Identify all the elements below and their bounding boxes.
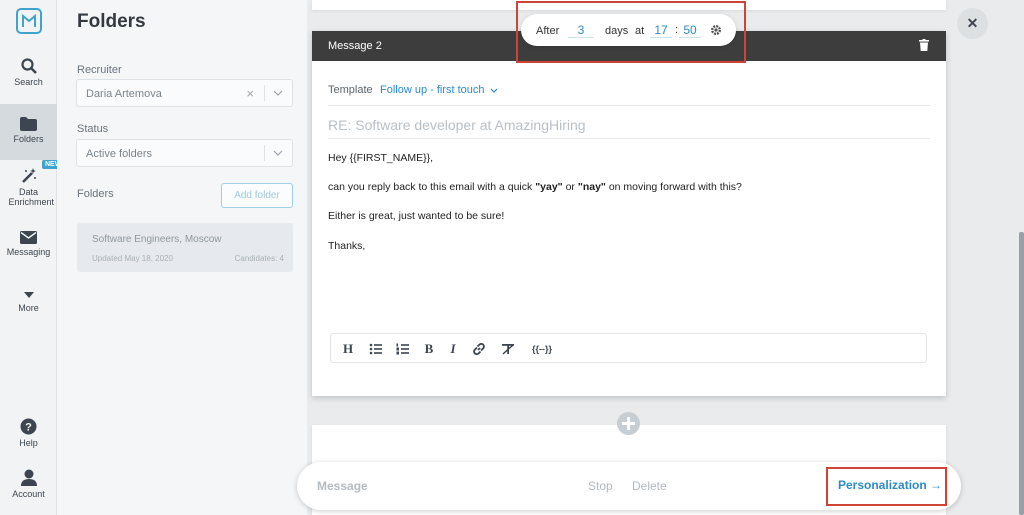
body-text: can you reply back to this email with a … xyxy=(328,181,536,193)
nav-item-messaging[interactable]: Messaging xyxy=(0,231,57,263)
highlight-box-schedule xyxy=(516,1,746,63)
folder-updated: Updated May 18, 2020 xyxy=(92,254,173,263)
numbered-list-icon[interactable] xyxy=(395,341,411,357)
template-label: Template xyxy=(328,84,373,96)
status-label: Status xyxy=(77,123,109,135)
subject-input[interactable]: RE: Software developer at AmazingHiring xyxy=(328,117,586,133)
page-title: Folders xyxy=(77,11,146,32)
plus-icon xyxy=(622,417,635,430)
caret-down-icon xyxy=(23,292,34,298)
nav-label: Search xyxy=(14,77,43,87)
message-title: Message 2 xyxy=(328,40,382,52)
add-folder-button[interactable]: Add folder xyxy=(221,183,293,208)
body-text: on moving forward with this? xyxy=(605,181,742,193)
chevron-down-icon[interactable] xyxy=(273,150,283,156)
close-icon: ✕ xyxy=(966,15,979,31)
stop-button[interactable]: Stop xyxy=(588,479,613,493)
body-greeting: Hey {{FIRST_NAME}}, xyxy=(328,152,434,164)
body-bold-yay: "yay" xyxy=(535,181,563,193)
folder-name: Software Engineers, Moscow xyxy=(92,234,222,245)
folder-icon xyxy=(20,117,37,131)
body-line: can you reply back to this email with a … xyxy=(328,181,742,193)
nav-item-account[interactable]: Account xyxy=(0,469,57,503)
folder-candidates: Candidates: 4 xyxy=(234,254,284,263)
body-text: or xyxy=(562,181,578,193)
status-value: Active folders xyxy=(86,148,153,160)
select-separator xyxy=(264,85,265,101)
left-nav: Search Folders NEW Data Enrichment Messa… xyxy=(0,0,65,515)
trash-icon[interactable] xyxy=(919,39,929,51)
select-separator xyxy=(264,145,265,161)
bold-button[interactable]: B xyxy=(421,341,437,357)
highlight-box-personalization xyxy=(826,467,947,506)
recruiter-label: Recruiter xyxy=(77,64,122,76)
magic-wand-icon xyxy=(21,168,36,183)
logo-icon[interactable] xyxy=(16,8,42,34)
italic-button[interactable]: I xyxy=(445,341,461,357)
message-card: Message 2 Template Follow up - first tou… xyxy=(312,31,946,396)
link-icon[interactable] xyxy=(471,341,487,357)
nav-label: Messaging xyxy=(6,247,51,257)
search-icon xyxy=(20,58,37,74)
divider xyxy=(328,138,930,139)
nav-label: Account xyxy=(12,489,45,499)
variables-button[interactable]: {{--}} xyxy=(528,341,556,357)
clear-icon[interactable]: × xyxy=(246,86,254,101)
message-tab[interactable]: Message xyxy=(317,479,368,493)
nav-label: Data Enrichment xyxy=(8,187,55,207)
nav-label: More xyxy=(18,303,39,313)
add-step-button[interactable] xyxy=(617,412,640,435)
nav-item-search[interactable]: Search xyxy=(0,58,57,94)
folder-item[interactable]: Software Engineers, Moscow Updated May 1… xyxy=(77,223,293,272)
body-line: Thanks, xyxy=(328,240,366,252)
user-icon xyxy=(20,469,37,486)
scrollbar[interactable] xyxy=(1019,232,1024,515)
chevron-down-icon xyxy=(490,88,498,93)
close-button[interactable]: ✕ xyxy=(957,8,988,39)
template-select[interactable]: Follow up - first touch xyxy=(380,84,498,96)
body-bold-nay: "nay" xyxy=(577,181,606,193)
delete-button[interactable]: Delete xyxy=(632,479,667,493)
recruiter-value: Daria Artemova xyxy=(86,88,162,100)
divider xyxy=(328,105,930,106)
recruiter-select[interactable]: Daria Artemova × xyxy=(76,79,293,107)
nav-item-more[interactable]: More xyxy=(0,290,57,320)
editor-toolbar: H B I {{--}} xyxy=(330,333,927,363)
svg-text:?: ? xyxy=(25,422,32,434)
envelope-icon xyxy=(20,231,37,244)
bullet-list-icon[interactable] xyxy=(368,341,384,357)
template-value: Follow up - first touch xyxy=(380,84,485,96)
nav-item-folders[interactable]: Folders xyxy=(0,104,57,160)
folders-label: Folders xyxy=(77,188,114,200)
folders-panel: Folders Recruiter Daria Artemova × Statu… xyxy=(57,0,307,515)
heading-button[interactable]: H xyxy=(340,341,356,357)
body-line: Either is great, just wanted to be sure! xyxy=(328,210,505,222)
nav-label: Help xyxy=(19,438,38,448)
status-select[interactable]: Active folders xyxy=(76,139,293,167)
help-icon: ? xyxy=(20,418,37,435)
chevron-down-icon[interactable] xyxy=(273,90,283,96)
nav-label: Folders xyxy=(13,134,44,144)
clear-format-icon[interactable] xyxy=(500,341,516,357)
nav-item-data-enrichment[interactable]: Data Enrichment xyxy=(0,168,57,212)
nav-item-help[interactable]: ? Help xyxy=(0,418,57,452)
